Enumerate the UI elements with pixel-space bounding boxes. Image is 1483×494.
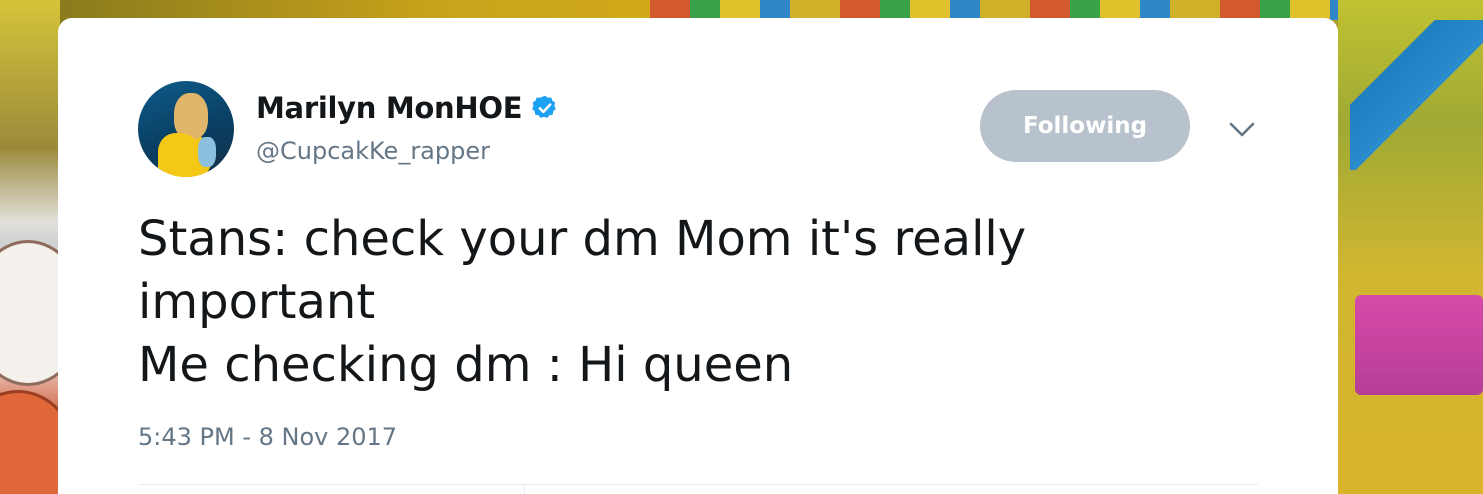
following-button[interactable]: Following [980, 90, 1190, 162]
tweet-timestamp[interactable]: 5:43 PM - 8 Nov 2017 [138, 423, 397, 451]
avatar-dress [158, 133, 202, 177]
background-art-right-pink [1355, 295, 1483, 395]
tweet-text: Stans: check your dm Mom it's really imp… [138, 208, 1238, 397]
display-name[interactable]: Marilyn MonHOE [256, 91, 523, 125]
verified-badge-icon [532, 95, 556, 118]
background-art-top [650, 0, 1350, 20]
avatar[interactable] [138, 81, 234, 177]
tweet-text-line: important [138, 274, 376, 330]
background-art-right-shape [1350, 20, 1483, 170]
tweet-text-line: Stans: check your dm Mom it's really [138, 211, 1027, 267]
chevron-down-icon[interactable] [1226, 118, 1258, 142]
avatar-arm [198, 137, 216, 167]
author-name-row[interactable]: Marilyn MonHOE [256, 88, 559, 128]
tweet-card: Marilyn MonHOE @CupcakKe_rapper Followin… [58, 18, 1338, 494]
author-handle[interactable]: @CupcakKe_rapper [256, 137, 490, 165]
divider [138, 484, 1258, 485]
page-background: Marilyn MonHOE @CupcakKe_rapper Followin… [0, 0, 1483, 494]
stats-divider [524, 484, 525, 494]
tweet-text-line: Me checking dm : Hi queen [138, 337, 794, 393]
